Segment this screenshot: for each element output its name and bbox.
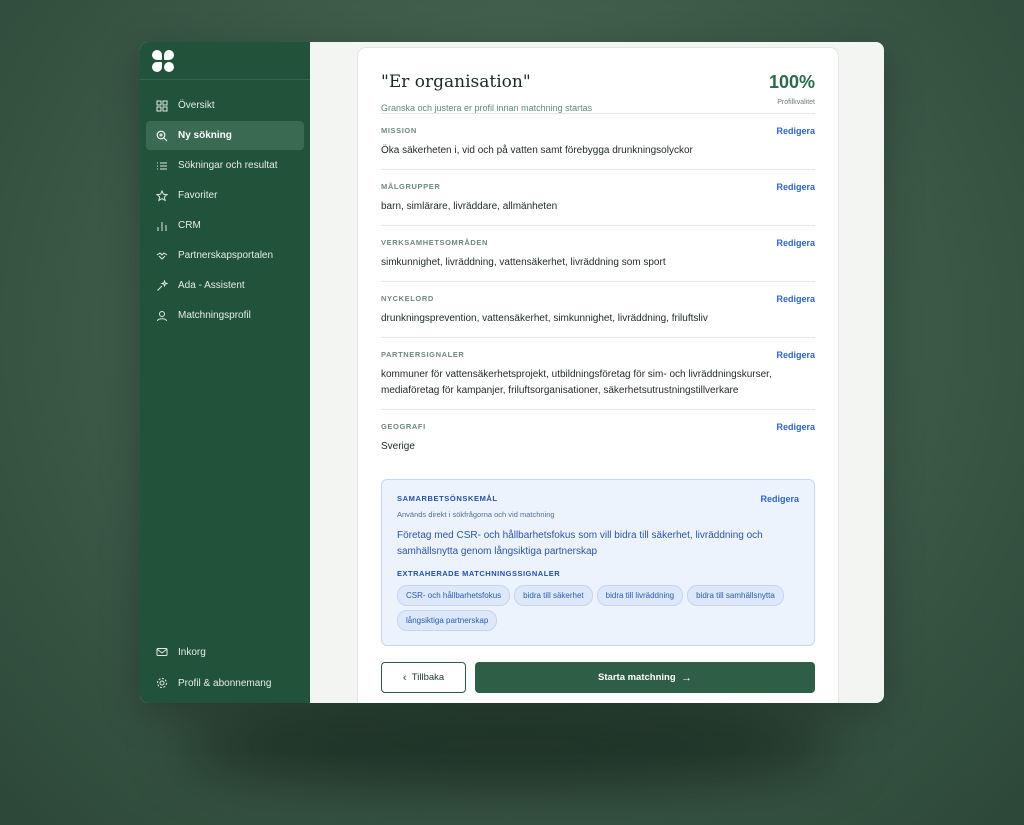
sidebar-item-ny-sokning[interactable]: Ny sökning	[146, 121, 304, 150]
back-button-label: Tillbaka	[411, 672, 445, 683]
start-matching-button[interactable]: Starta matchning →	[475, 662, 815, 693]
list-icon	[157, 162, 167, 169]
start-button-label: Starta matchning	[598, 672, 676, 683]
sidebar-item-inkorg[interactable]: Inkorg	[146, 637, 304, 667]
sidebar-item-label: Favoriter	[178, 190, 218, 201]
sidebar-item-label: Inkorg	[178, 646, 206, 658]
sidebar-item-label: Matchningsprofil	[178, 310, 251, 321]
sidebar-item-matchningsprofil[interactable]: Matchningsprofil	[146, 301, 304, 330]
signal-chip: bidra till samhällsnytta	[687, 585, 784, 606]
edit-nyckelord-button[interactable]: Redigera	[776, 294, 815, 304]
section-value: Sverige	[381, 441, 415, 452]
page-subtitle: Granska och justera er profil innan matc…	[381, 103, 593, 113]
sidebar-item-partnerskapsportalen[interactable]: Partnerskapsportalen	[146, 241, 304, 270]
section-geografi: GEOGRAFI Redigera Sverige	[381, 409, 815, 465]
action-bar: ‹ Tillbaka Starta matchning →	[381, 662, 815, 693]
section-value: Öka säkerheten i, vid och på vatten samt…	[381, 145, 693, 156]
sidebar-item-label: Partnerskapsportalen	[178, 250, 274, 261]
profile-card: "Er organisation" Granska och justera er…	[357, 47, 839, 703]
star-icon	[156, 189, 168, 202]
arrow-right-icon: →	[680, 671, 692, 684]
bar-chart-icon	[157, 221, 167, 231]
goal-text: Företag med CSR- och hållbarhetsfokus so…	[397, 530, 763, 557]
section-value: simkunnighet, livräddning, vattensäkerhe…	[381, 257, 666, 268]
profile-quality: 100% Profilkvalitet	[769, 72, 815, 113]
signal-chips: CSR- och hållbarhetsfokus bidra till säk…	[397, 585, 799, 631]
signal-chip: CSR- och hållbarhetsfokus	[397, 585, 511, 606]
grid-icon	[156, 100, 168, 111]
section-label: VERKSAMHETSOMRÅDEN	[381, 238, 489, 247]
profile-header: "Er organisation" Granska och justera er…	[381, 72, 815, 113]
section-label: NYCKELORD	[381, 294, 434, 303]
logo-mark-icon	[152, 49, 174, 72]
section-malgrupper: MÅLGRUPPER Redigera barn, simlärare, liv…	[381, 169, 815, 225]
sidebar-item-label: Ny sökning	[178, 130, 232, 141]
main-content: "Er organisation" Granska och justera er…	[310, 42, 884, 703]
sidebar-item-label: CRM	[178, 220, 201, 231]
collaboration-goal-box: SAMARBETSÖNSKEMÅL Redigera Används direk…	[381, 479, 815, 646]
section-label: MÅLGRUPPER	[381, 182, 441, 191]
goal-label: SAMARBETSÖNSKEMÅL	[397, 494, 498, 503]
sidebar: Översikt Ny sökning Sökningar och result…	[140, 42, 310, 703]
logo[interactable]	[140, 42, 310, 80]
app-window: Översikt Ny sökning Sökningar och result…	[140, 42, 884, 703]
signals-label: EXTRAHERADE MATCHNINGSSIGNALER	[397, 569, 561, 578]
section-value: barn, simlärare, livräddare, allmänheten	[381, 201, 558, 212]
sidebar-item-label: Profil & abonnemang	[178, 677, 272, 689]
section-value: kommuner för vattensäkerhetsprojekt, utb…	[381, 369, 772, 396]
section-value: drunkningsprevention, vattensäkerhet, si…	[381, 313, 708, 324]
edit-goal-button[interactable]: Redigera	[760, 494, 799, 504]
window-shadow	[180, 700, 840, 790]
signal-chip: bidra till livräddning	[596, 585, 684, 606]
page-title: "Er organisation"	[381, 72, 531, 92]
quality-value: 100%	[768, 72, 815, 92]
section-label: GEOGRAFI	[381, 422, 426, 431]
sidebar-item-sokningar[interactable]: Sökningar och resultat	[146, 151, 304, 180]
sidebar-item-label: Översikt	[178, 100, 215, 111]
section-verksamhetsomraden: VERKSAMHETSOMRÅDEN Redigera simkunnighet…	[381, 225, 815, 281]
section-label: MISSION	[381, 126, 417, 135]
signal-chip: långsiktiga partnerskap	[397, 610, 498, 631]
user-icon	[157, 310, 167, 321]
back-button[interactable]: ‹ Tillbaka	[381, 662, 466, 693]
section-nyckelord: NYCKELORD Redigera drunkningsprevention,…	[381, 281, 815, 337]
edit-geografi-button[interactable]: Redigera	[776, 422, 815, 432]
goal-hint: Används direkt i sökfrågorna och vid mat…	[397, 510, 555, 519]
section-label: PARTNERSIGNALER	[381, 350, 465, 359]
sidebar-item-favoriter[interactable]: Favoriter	[146, 181, 304, 210]
edit-malgrupper-button[interactable]: Redigera	[776, 182, 815, 192]
sidebar-item-profil[interactable]: Profil & abonnemang	[146, 668, 304, 698]
quality-label: Profilkvalitet	[777, 99, 815, 106]
edit-mission-button[interactable]: Redigera	[776, 126, 815, 136]
edit-partnersignaler-button[interactable]: Redigera	[776, 350, 815, 360]
sidebar-nav: Översikt Ny sökning Sökningar och result…	[140, 80, 310, 330]
sidebar-item-oversikt[interactable]: Översikt	[146, 91, 304, 120]
handshake-icon	[156, 251, 168, 260]
section-mission: MISSION Redigera Öka säkerheten i, vid o…	[381, 113, 815, 169]
signal-chip: bidra till säkerhet	[514, 585, 593, 606]
mail-icon	[156, 648, 168, 656]
search-icon	[156, 130, 168, 141]
gear-icon	[157, 678, 167, 688]
edit-verksamhetsomraden-button[interactable]: Redigera	[776, 238, 815, 248]
sidebar-item-crm[interactable]: CRM	[146, 211, 304, 240]
sidebar-item-ada-assistent[interactable]: Ada - Assistent	[146, 271, 304, 300]
sparkle-icon	[157, 279, 168, 291]
section-partnersignaler: PARTNERSIGNALER Redigera kommuner för va…	[381, 337, 815, 409]
chevron-left-icon: ‹	[402, 671, 407, 684]
sidebar-item-label: Ada - Assistent	[178, 280, 245, 291]
sidebar-bottom: Inkorg Profil & abonnemang	[140, 636, 310, 699]
sidebar-item-label: Sökningar och resultat	[178, 160, 278, 171]
